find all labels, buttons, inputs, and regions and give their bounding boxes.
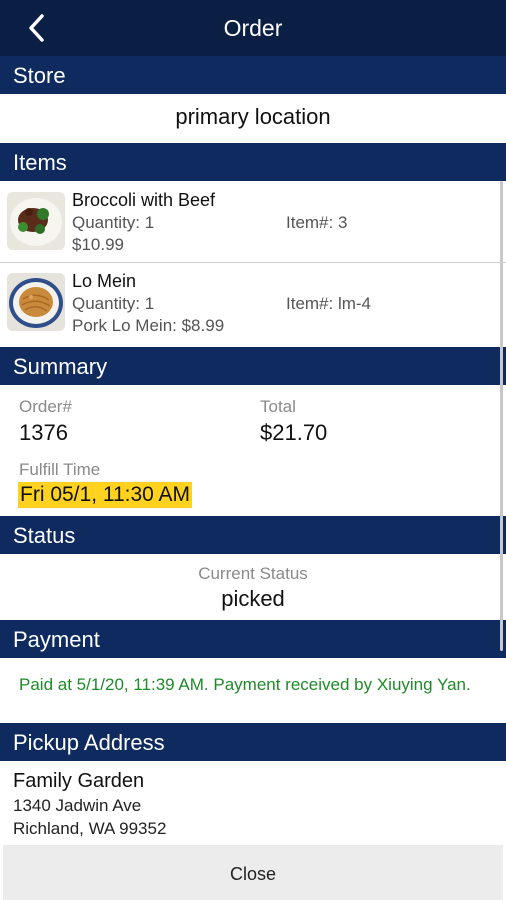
item-number: Item#: 3 [286, 213, 348, 232]
pickup-address-line1: 1340 Jadwin Ave [13, 796, 142, 815]
order-number-label: Order# [19, 397, 72, 416]
scrollbar[interactable] [500, 181, 503, 651]
pickup-address-section-header: Pickup Address [0, 723, 506, 761]
summary-section-header: Summary [0, 347, 506, 385]
order-number-value: 1376 [19, 420, 68, 445]
lo-mein-dish-image [7, 273, 65, 331]
total-label: Total [260, 397, 296, 416]
page-title: Order [223, 15, 283, 41]
fulfill-time-value: Fri 05/1, 11:30 AM [18, 482, 193, 508]
close-button[interactable]: Close [3, 845, 503, 900]
top-bar: Order [0, 0, 506, 56]
current-status-value: picked [221, 586, 285, 611]
current-status-label: Current Status [198, 564, 308, 583]
store-section-header: Store [0, 56, 506, 94]
broccoli-beef-dish-image [7, 192, 65, 250]
item-quantity: Quantity: 1 [72, 213, 155, 232]
item-price: $10.99 [72, 235, 124, 254]
item-price: Pork Lo Mein: $8.99 [72, 316, 225, 335]
list-item: Lo Mein Quantity: 1 Item#: lm-4 Pork Lo … [0, 263, 506, 343]
pickup-address-line2: Richland, WA 99352 [13, 819, 167, 838]
total-value: $21.70 [260, 420, 328, 445]
fulfill-time-label: Fulfill Time [19, 460, 101, 479]
item-name: Lo Mein [72, 271, 137, 291]
items-section-header: Items [0, 143, 506, 181]
item-name: Broccoli with Beef [72, 190, 216, 210]
payment-section-header: Payment [0, 620, 506, 658]
list-item: Broccoli with Beef Quantity: 1 Item#: 3 … [0, 182, 506, 262]
order-details-scroll[interactable]: Store primary location Items Broccoli wi… [0, 56, 506, 844]
pickup-store-name: Family Garden [13, 770, 145, 792]
status-section-header: Status [0, 516, 506, 554]
store-location: primary location [175, 104, 331, 129]
item-quantity: Quantity: 1 [72, 294, 155, 313]
payment-status-text: Paid at 5/1/20, 11:39 AM. Payment receiv… [19, 675, 471, 694]
item-number: Item#: lm-4 [286, 294, 372, 313]
